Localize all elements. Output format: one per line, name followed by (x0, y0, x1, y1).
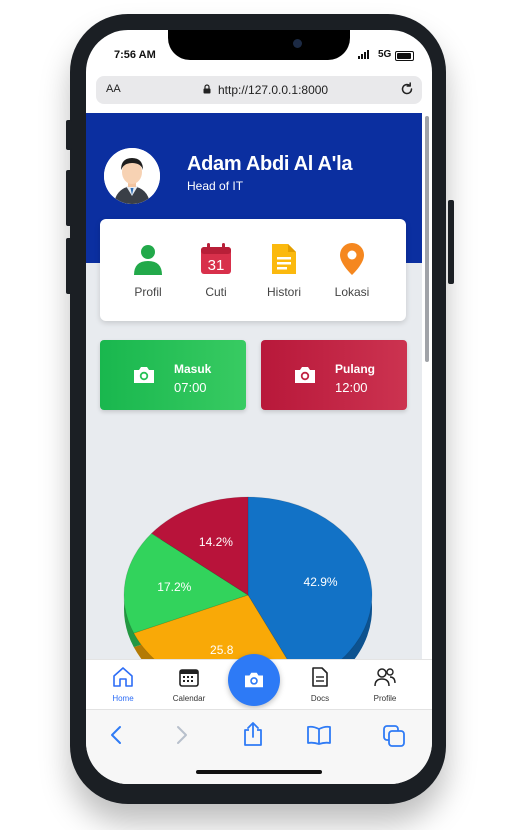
front-camera (293, 39, 302, 48)
menu-label-histori: Histori (266, 285, 301, 299)
status-time: 7:56 AM (114, 49, 156, 61)
status-bar: 7:56 AM 5G (86, 30, 432, 74)
camera-icon (134, 367, 154, 383)
avatar-illustration (104, 148, 160, 204)
signal-icon (358, 50, 369, 59)
phone-silent-switch (66, 120, 72, 150)
menu-label-cuti: Cuti (205, 285, 227, 299)
menu-item-profil[interactable]: Profil (118, 241, 178, 299)
nav-docs[interactable]: Docs (295, 666, 345, 703)
phone-volume-down (66, 238, 72, 294)
reader-aa-button[interactable]: AA (106, 83, 121, 95)
document-icon (272, 244, 296, 274)
attendance-pie-chart: 42.9% 25.8 17.2% 14.2% (123, 496, 373, 659)
reload-icon[interactable] (399, 81, 415, 97)
bottom-navigation: Home Calendar Docs Profile (86, 654, 432, 710)
pie-slice-label: 25.8 (210, 643, 234, 657)
camera-icon (245, 672, 263, 688)
page-scrollbar[interactable] (425, 116, 429, 362)
forward-icon[interactable] (174, 724, 190, 746)
app-content[interactable]: Adam Abdi Al A'la Head of IT Profil 31 C… (86, 113, 422, 659)
menu-item-lokasi[interactable]: Lokasi (322, 241, 382, 299)
user-icon (134, 245, 162, 275)
pie-slice-label: 42.9% (304, 575, 338, 589)
location-pin-icon (340, 243, 364, 275)
lock-icon (203, 84, 211, 94)
phone-volume-up (66, 170, 72, 226)
user-role: Head of IT (187, 179, 244, 193)
calendar-outline-icon (179, 669, 199, 687)
back-icon[interactable] (108, 724, 124, 746)
nav-home-label: Home (112, 694, 134, 703)
bookmarks-icon[interactable] (306, 724, 332, 746)
share-icon[interactable] (242, 721, 264, 747)
check-in-label: Masuk (174, 362, 212, 376)
nav-calendar[interactable]: Calendar (164, 666, 214, 703)
notch (168, 30, 350, 60)
home-indicator (196, 770, 322, 774)
url-text[interactable]: http://127.0.0.1:8000 (218, 83, 328, 97)
network-type: 5G (378, 49, 392, 60)
nav-docs-label: Docs (310, 694, 330, 703)
battery-icon (395, 51, 414, 61)
phone-screen: 7:56 AM 5G AA http://127.0.0.1:8000 Adam… (86, 30, 432, 784)
menu-label-lokasi: Lokasi (334, 285, 370, 299)
menu-label-profil: Profil (134, 285, 162, 299)
camera-icon (295, 367, 315, 383)
calendar-icon: 31 (201, 243, 231, 274)
menu-item-histori[interactable]: Histori (254, 241, 314, 299)
camera-fab-button[interactable] (228, 654, 280, 706)
calendar-badge: 31 (208, 257, 225, 274)
address-bar[interactable]: AA http://127.0.0.1:8000 (96, 76, 422, 104)
check-out-button[interactable]: Pulang 12:00 (261, 340, 407, 410)
nav-profile-label: Profile (373, 694, 397, 703)
menu-item-cuti[interactable]: 31 Cuti (186, 241, 246, 299)
check-in-time: 07:00 (174, 380, 207, 395)
check-in-button[interactable]: Masuk 07:00 (100, 340, 246, 410)
quick-menu-card: Profil 31 Cuti Histori Lokasi (100, 219, 406, 321)
nav-home[interactable]: Home (98, 666, 148, 703)
check-out-label: Pulang (335, 362, 376, 376)
phone-power-button (448, 200, 454, 284)
home-icon (113, 667, 133, 687)
user-name: Adam Abdi Al A'la (187, 153, 353, 175)
check-out-time: 12:00 (335, 380, 368, 395)
pie-slice-label: 14.2% (199, 535, 233, 549)
docs-icon (312, 667, 328, 687)
pie-slice-label: 17.2% (157, 580, 191, 594)
avatar[interactable] (104, 148, 160, 204)
users-icon (374, 668, 396, 687)
tabs-icon[interactable] (382, 724, 406, 748)
nav-calendar-label: Calendar (172, 694, 206, 703)
nav-profile[interactable]: Profile (360, 666, 410, 703)
